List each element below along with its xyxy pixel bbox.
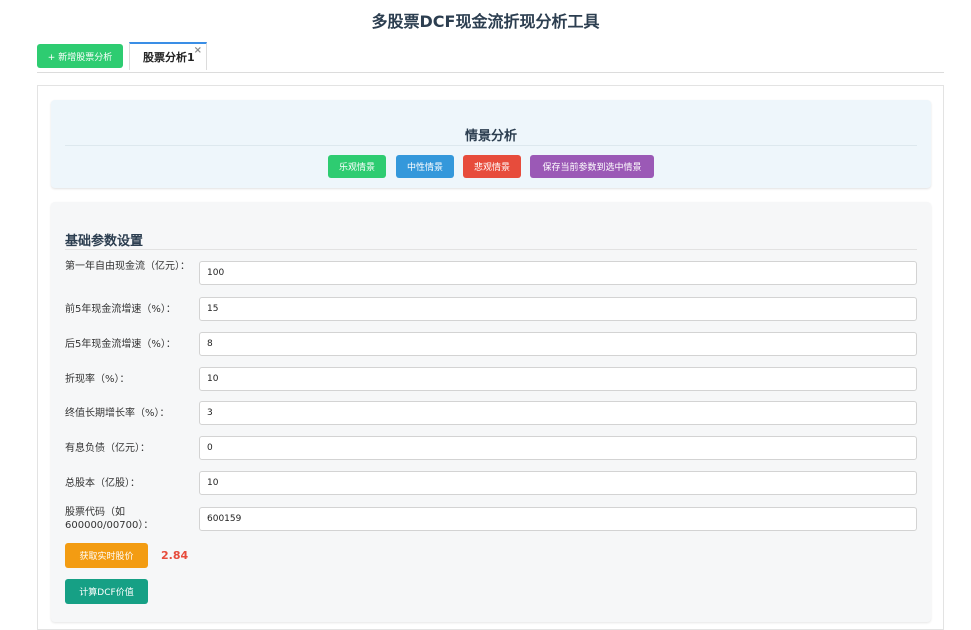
tab-bar: + 新增股票分析 股票分析1 × [37,42,944,73]
optimistic-scenario-button[interactable]: 乐观情景 [328,155,386,178]
discount-rate-input[interactable]: 10 [199,367,917,391]
scenario-section: 情景分析 乐观情景 中性情景 悲观情景 保存当前参数到选中情景 [51,100,931,188]
field-label: 第一年自由现金流（亿元）： [65,261,190,272]
tab-stock-analysis-1[interactable]: 股票分析1 × [129,42,207,70]
divider [65,145,917,146]
tab-label: 股票分析1 [143,51,195,64]
analysis-panel: 情景分析 乐观情景 中性情景 悲观情景 保存当前参数到选中情景 基础参数设置 第… [37,85,944,630]
fetch-price-button[interactable]: 获取实时股价 [65,543,148,568]
add-stock-analysis-button[interactable]: + 新增股票分析 [37,44,123,68]
field-label: 有息负债（亿元）： [65,443,150,454]
field-label: 后5年现金流增速（%）： [65,339,176,350]
total-shares-input[interactable]: 10 [199,471,917,495]
page-title: 多股票DCF现金流折现分析工具 [371,12,600,31]
growth-last-5y-input[interactable]: 8 [199,332,917,356]
scenario-heading: 情景分析 [464,129,517,144]
calculate-dcf-button[interactable]: 计算DCF价值 [65,579,148,604]
first-year-fcf-input[interactable]: 100 [199,261,917,285]
growth-first-5y-input[interactable]: 15 [199,297,917,321]
params-heading: 基础参数设置 [65,234,144,249]
close-icon[interactable]: × [194,45,202,56]
field-label: 股票代码（如600000/00700）： [65,507,154,531]
divider [65,249,917,250]
current-price-value: 2.84 [161,549,189,562]
neutral-scenario-button[interactable]: 中性情景 [396,155,454,178]
terminal-growth-input[interactable]: 3 [199,401,917,425]
pessimistic-scenario-button[interactable]: 悲观情景 [463,155,521,178]
field-label: 前5年现金流增速（%）： [65,304,176,315]
base-params-section: 基础参数设置 第一年自由现金流（亿元）： 100 前5年现金流增速（%）： 15… [51,202,931,622]
field-label: 总股本（亿股）： [65,478,140,489]
stock-code-input[interactable]: 600159 [199,507,917,531]
field-label: 终值长期增长率（%）： [65,408,170,419]
field-label: 折现率（%）： [65,374,130,385]
interest-debt-input[interactable]: 0 [199,436,917,460]
save-scenario-button[interactable]: 保存当前参数到选中情景 [530,155,654,178]
